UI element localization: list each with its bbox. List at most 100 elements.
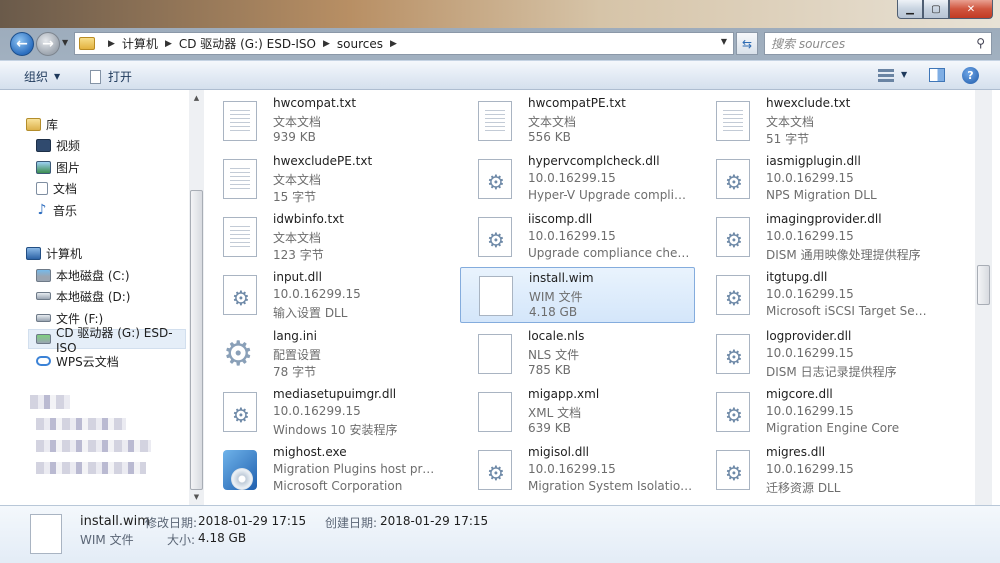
nav-documents[interactable]: 文档: [36, 178, 77, 198]
file-name: hwexclude.txt: [766, 96, 851, 110]
maximize-button[interactable]: ▢: [923, 0, 949, 19]
blurred-item: [30, 395, 70, 409]
file-item[interactable]: mighost.exe Migration Plugins host progra…: [205, 442, 440, 498]
content-scroll-thumb[interactable]: [977, 265, 990, 305]
scroll-up-icon[interactable]: ▲: [189, 90, 204, 106]
nav-disk-d[interactable]: 本地磁盘 (D:): [36, 286, 130, 306]
address-bar[interactable]: ▶ 计算机 ▶ CD 驱动器 (G:) ESD-ISO ▶ sources ▶ …: [74, 32, 734, 55]
nav-label: 图片: [56, 160, 81, 175]
file-item[interactable]: itgtupg.dll 10.0.16299.15 Microsoft iSCSI …: [698, 267, 933, 323]
modified-label: 修改日期:: [145, 516, 198, 530]
file-item[interactable]: idwbinfo.txt 文本文档 123 字节: [205, 209, 440, 265]
file-icon: [478, 334, 512, 374]
file-item[interactable]: mediasetupuimgr.dll 10.0.16299.15 Windows …: [205, 384, 440, 440]
scroll-down-icon[interactable]: ▼: [189, 489, 204, 505]
file-item[interactable]: migres.dll 10.0.16299.15 迁移资源 DLL: [698, 442, 933, 498]
open-button[interactable]: 打开: [90, 68, 132, 85]
file-info-line-2: 15 字节: [273, 190, 317, 204]
help-icon[interactable]: ?: [962, 67, 979, 84]
refresh-button[interactable]: ⇆: [736, 32, 758, 55]
nav-scrollbar[interactable]: ▲ ▼: [189, 90, 204, 505]
file-item[interactable]: hwcompatPE.txt 文本文档 556 KB: [460, 93, 695, 149]
cd-drive-icon: [36, 334, 51, 344]
installer-icon: [223, 450, 257, 490]
file-info-line-2: Hyper-V Upgrade compliance ...: [528, 188, 693, 202]
drive-icon: [36, 292, 51, 300]
file-item[interactable]: migapp.xml XML 文档 639 KB: [460, 384, 695, 440]
nav-disk-c[interactable]: 本地磁盘 (C:): [36, 265, 130, 285]
nav-video[interactable]: 视频: [36, 135, 80, 155]
details-file-name: install.wim: [80, 514, 150, 529]
file-item[interactable]: input.dll 10.0.16299.15 输入设置 DLL: [205, 267, 440, 323]
file-item[interactable]: hwexclude.txt 文本文档 51 字节: [698, 93, 933, 149]
nav-label: 库: [46, 117, 59, 132]
content-scrollbar[interactable]: [975, 90, 992, 505]
file-info-line-1: 10.0.16299.15: [766, 287, 854, 301]
breadcrumb-computer[interactable]: 计算机: [122, 35, 158, 52]
blurred-item: [36, 462, 146, 474]
file-item[interactable]: hwcompat.txt 文本文档 939 KB: [205, 93, 440, 149]
preview-pane-icon[interactable]: [929, 68, 945, 82]
file-name: idwbinfo.txt: [273, 212, 345, 226]
nav-wps-cloud[interactable]: WPS云文档: [36, 351, 119, 371]
music-icon: ♪: [37, 202, 47, 218]
address-history-dropdown[interactable]: ▼: [721, 37, 727, 46]
file-item[interactable]: iiscomp.dll 10.0.16299.15 Upgrade complian…: [460, 209, 695, 265]
address-row: ← → ▼ ▶ 计算机 ▶ CD 驱动器 (G:) ESD-ISO ▶ sour…: [0, 28, 1000, 60]
file-info-line-2: NPS Migration DLL: [766, 188, 877, 202]
close-button[interactable]: ✕: [949, 0, 993, 19]
details-pane: install.wim WIM 文件 修改日期: 2018-01-29 17:1…: [0, 505, 1000, 563]
text-file-icon: [223, 101, 257, 141]
file-info-line-2: 51 字节: [766, 132, 810, 146]
nav-label: CD 驱动器 (G:) ESD-ISO: [56, 325, 173, 355]
cloud-icon: [36, 356, 51, 366]
file-item[interactable]: hwexcludePE.txt 文本文档 15 字节: [205, 151, 440, 207]
file-item[interactable]: iasmigplugin.dll 10.0.16299.15 NPS Migrati…: [698, 151, 933, 207]
search-icon[interactable]: ⚲: [976, 36, 985, 50]
change-view-icon[interactable]: [878, 69, 894, 82]
arrow-left-icon: ←: [16, 36, 28, 52]
forward-button[interactable]: →: [36, 32, 60, 56]
file-name: mighost.exe: [273, 445, 347, 459]
nav-pictures[interactable]: 图片: [36, 157, 80, 177]
view-options-dropdown[interactable]: ▼: [901, 70, 907, 79]
file-info-line-1: 文本文档: [766, 115, 815, 129]
file-info-line-1: 文本文档: [528, 115, 577, 129]
file-item[interactable]: logprovider.dll 10.0.16299.15 DISM 日志记录提供程…: [698, 326, 933, 382]
file-info-line-1: 10.0.16299.15: [766, 346, 854, 360]
file-item[interactable]: install.wim WIM 文件 4.18 GB: [460, 267, 695, 323]
search-input[interactable]: 搜索 sources ⚲: [764, 32, 992, 55]
window-controls: ▁ ▢ ✕: [897, 0, 993, 20]
recent-pages-dropdown[interactable]: ▼: [62, 38, 68, 47]
file-item[interactable]: imagingprovider.dll 10.0.16299.15 DISM 通用映…: [698, 209, 933, 265]
document-icon: [90, 69, 101, 84]
search-placeholder: 搜索 sources: [771, 37, 846, 51]
nav-music[interactable]: ♪ 音乐: [36, 200, 77, 220]
file-info-line-1: 10.0.16299.15: [766, 229, 854, 243]
nav-scroll-thumb[interactable]: [190, 190, 203, 490]
file-info-line-2: Windows 10 安装程序: [273, 423, 398, 437]
breadcrumb-cd-drive[interactable]: CD 驱动器 (G:) ESD-ISO: [179, 35, 316, 52]
nav-library[interactable]: 库: [26, 114, 58, 134]
back-button[interactable]: ←: [10, 32, 34, 56]
document-icon: [36, 181, 48, 195]
file-item[interactable]: hypervcomplcheck.dll 10.0.16299.15 Hyper-V…: [460, 151, 695, 207]
nav-cd-drive[interactable]: CD 驱动器 (G:) ESD-ISO: [28, 326, 186, 355]
file-name: iasmigplugin.dll: [766, 154, 861, 168]
chevron-right-icon[interactable]: ▶: [165, 39, 172, 49]
organize-button[interactable]: 组织 ▼: [24, 68, 60, 85]
file-item[interactable]: lang.ini 配置设置 78 字节: [205, 326, 440, 382]
minimize-button[interactable]: ▁: [897, 0, 923, 19]
file-item[interactable]: migisol.dll 10.0.16299.15 Migration System…: [460, 442, 695, 498]
chevron-right-icon[interactable]: ▶: [323, 39, 330, 49]
file-name: migres.dll: [766, 445, 826, 459]
nav-label: WPS云文档: [56, 354, 119, 369]
chevron-right-icon[interactable]: ▶: [390, 39, 397, 49]
file-item[interactable]: migcore.dll 10.0.16299.15 Migration Engine…: [698, 384, 933, 440]
chevron-down-icon: ▼: [54, 72, 61, 81]
file-item[interactable]: locale.nls NLS 文件 785 KB: [460, 326, 695, 382]
breadcrumb-sources[interactable]: sources: [337, 37, 383, 51]
nav-computer[interactable]: 计算机: [26, 243, 82, 263]
chevron-right-icon[interactable]: ▶: [108, 39, 115, 49]
nav-label: 视频: [56, 138, 81, 153]
